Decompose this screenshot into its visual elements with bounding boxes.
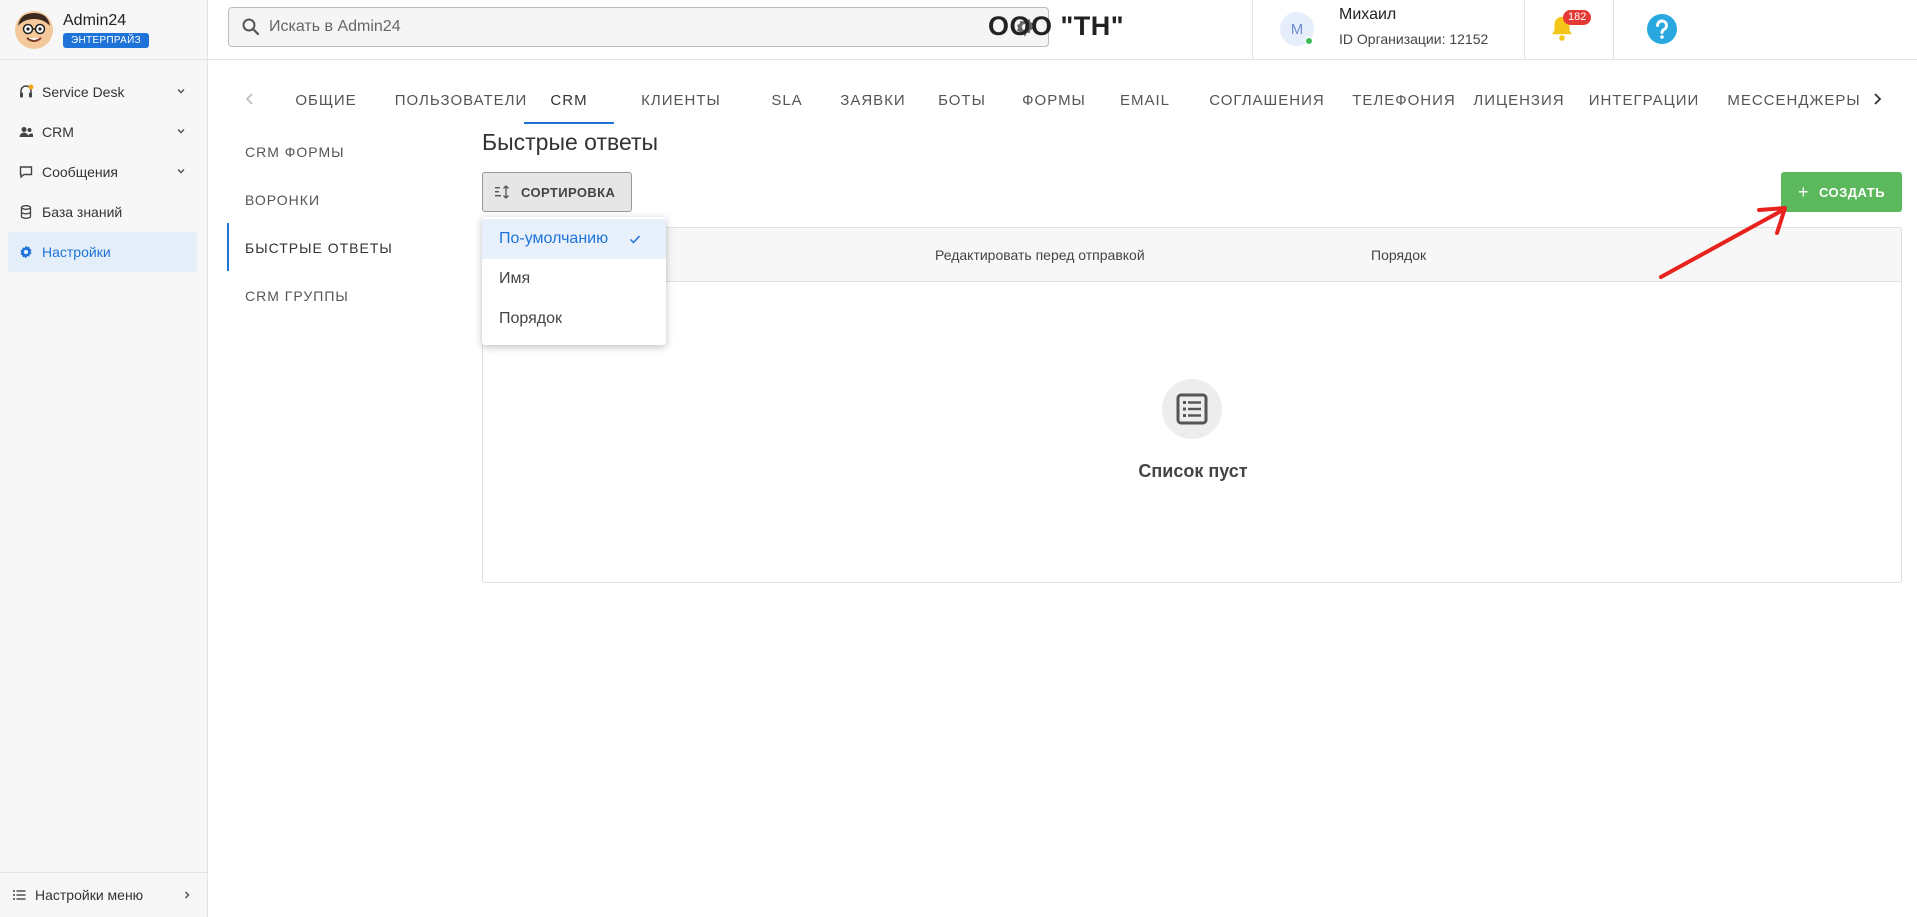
create-label: СОЗДАТЬ	[1818, 184, 1886, 200]
online-status-icon	[1305, 37, 1313, 45]
sidebar-item-knowledge-base[interactable]: База знаний	[8, 192, 197, 232]
tab-messengers[interactable]: Мессенджеры	[1714, 76, 1874, 124]
submenu-crm-forms[interactable]: CRM формы	[228, 144, 345, 164]
search-placeholder: Искать в Admin24	[269, 18, 401, 35]
menu-settings-button[interactable]: Настройки меню	[0, 872, 207, 917]
search-input[interactable]: Искать в Admin24	[228, 7, 1049, 47]
column-order[interactable]: Порядок	[1371, 247, 1426, 263]
create-button[interactable]: + СОЗДАТЬ	[1781, 172, 1902, 212]
notifications-badge: 182	[1563, 10, 1592, 25]
sort-option-label: По-умолчанию	[499, 230, 609, 247]
sidebar-item-crm[interactable]: CRM	[8, 112, 197, 152]
empty-list-icon-wrap	[1162, 379, 1222, 439]
search-icon	[242, 18, 260, 36]
organization-title: ООО "ТН"	[988, 11, 1125, 41]
plus-icon: +	[1797, 181, 1809, 202]
chevron-down-icon	[177, 168, 185, 174]
empty-list-text: Список пуст	[1138, 461, 1248, 481]
sort-option-label: Порядок	[499, 310, 563, 327]
headset-icon	[18, 84, 34, 100]
tab-crm[interactable]: CRM	[524, 76, 614, 124]
database-icon	[18, 204, 34, 220]
avatar-initial: М	[1290, 20, 1304, 38]
avatar[interactable]: М	[1280, 12, 1314, 46]
sidebar-item-service-desk[interactable]: Service Desk	[8, 72, 197, 112]
list-document-icon	[1176, 393, 1208, 425]
chevron-down-icon	[177, 128, 185, 134]
column-edit-before-send[interactable]: Редактировать перед отправкой	[935, 247, 1145, 263]
gear-icon	[18, 244, 34, 260]
check-icon	[629, 235, 641, 244]
tab-email[interactable]: Email	[1100, 76, 1190, 124]
submenu-crm-groups[interactable]: CRM группы	[228, 288, 349, 308]
user-profile[interactable]: М Михаил ID Организации: 12152	[1252, 0, 1525, 60]
tab-clients[interactable]: Клиенты	[622, 76, 740, 124]
submenu-funnels[interactable]: Воронки	[228, 192, 320, 212]
annotation-arrow-icon	[1659, 206, 1787, 279]
active-tab-indicator	[524, 122, 614, 124]
sidebar-nav: Service Desk CRM Сообщения База знаний Н…	[0, 60, 207, 272]
tab-integrations[interactable]: Интеграции	[1574, 76, 1714, 124]
sidebar-item-settings[interactable]: Настройки	[8, 232, 197, 272]
sort-dropdown: По-умолчанию Имя Порядок	[482, 217, 666, 345]
chevron-down-icon	[177, 88, 185, 94]
tab-agreements[interactable]: Соглашения	[1192, 76, 1342, 124]
sidebar-item-label: База знаний	[42, 204, 123, 220]
sort-button[interactable]: СОРТИРОВКА	[482, 172, 632, 212]
tab-bots[interactable]: Боты	[922, 76, 1002, 124]
sort-option-label: Имя	[499, 270, 531, 287]
user-name: Михаил	[1339, 6, 1397, 23]
chevron-right-icon	[184, 891, 190, 899]
organization-id: ID Организации: 12152	[1339, 31, 1489, 47]
list-icon	[13, 890, 26, 900]
tab-license[interactable]: Лицензия	[1464, 76, 1574, 124]
page-title: Быстрые ответы	[482, 129, 659, 155]
sort-option-default[interactable]: По-умолчанию	[482, 219, 666, 259]
tab-forms[interactable]: Формы	[1004, 76, 1104, 124]
tab-telephony[interactable]: Телефония	[1336, 76, 1472, 124]
sidebar-item-messages[interactable]: Сообщения	[8, 152, 197, 192]
tab-requests[interactable]: Заявки	[818, 76, 928, 124]
help-icon[interactable]	[1646, 13, 1678, 45]
sidebar-item-label: Сообщения	[42, 164, 118, 180]
message-icon	[18, 164, 34, 180]
sort-icon	[495, 185, 509, 199]
tabs-scroll-right-icon[interactable]	[1870, 92, 1884, 106]
submenu-quick-replies[interactable]: Быстрые ответы	[228, 240, 393, 260]
users-icon	[18, 124, 34, 140]
tab-users[interactable]: Пользователи	[378, 76, 544, 124]
plan-badge: ЭНТЕРПРАЙЗ	[63, 32, 149, 48]
sidebar: Admin24 ЭНТЕРПРАЙЗ Service Desk CRM Сооб…	[0, 0, 208, 917]
sort-option-name[interactable]: Имя	[482, 259, 666, 299]
menu-settings-label: Настройки меню	[35, 887, 144, 903]
brand-name: Admin24	[63, 11, 127, 29]
tab-general[interactable]: Общие	[286, 76, 366, 124]
brand-avatar-icon	[15, 10, 53, 49]
brand[interactable]: Admin24 ЭНТЕРПРАЙЗ	[0, 0, 207, 60]
sidebar-item-label: Service Desk	[42, 84, 125, 100]
settings-tabs: Общие Пользователи CRM Клиенты SLA Заявк…	[232, 76, 1905, 124]
sort-option-order[interactable]: Порядок	[482, 299, 666, 339]
sidebar-item-label: CRM	[42, 124, 74, 140]
sidebar-item-label: Настройки	[42, 244, 111, 260]
sort-label: СОРТИРОВКА	[521, 184, 616, 200]
